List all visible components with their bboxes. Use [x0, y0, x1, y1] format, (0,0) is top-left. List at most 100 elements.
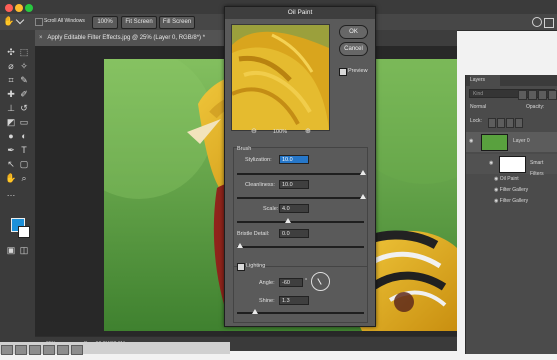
oil-paint-preview [232, 25, 329, 130]
move-tool-icon[interactable]: ✣ [5, 46, 17, 58]
scale-input[interactable]: 4.0 [279, 204, 309, 213]
blur-tool-icon[interactable]: ● [5, 130, 17, 142]
pixel-filter-icon[interactable] [518, 90, 527, 100]
window-close-button[interactable] [5, 4, 13, 12]
hand-tool-icon[interactable]: ✋ [5, 172, 17, 184]
bristle-detail-slider[interactable] [237, 246, 364, 248]
angle-input[interactable]: -60 [279, 278, 303, 287]
marquee-tool-icon[interactable]: ⬚ [18, 46, 30, 58]
history-brush-tool-icon[interactable]: ↺ [18, 102, 30, 114]
lock-all-icon[interactable] [515, 118, 523, 128]
filter-list-item[interactable]: ◉ Filter Gallery [494, 185, 556, 196]
bristle-detail-slider-thumb[interactable] [237, 243, 243, 248]
type-filter-icon[interactable] [538, 90, 547, 100]
shine-input[interactable]: 1.3 [279, 296, 309, 305]
kind-filter-label: Kind [473, 91, 484, 97]
pen-tool-icon[interactable]: ✒ [5, 144, 17, 156]
filter-eye-icon[interactable]: ◉ [494, 176, 498, 182]
filter-name: Filter Gallery [499, 187, 529, 193]
zoom-tool-icon[interactable]: ⌕ [18, 172, 30, 184]
smart-filter-eye-icon[interactable]: ◉ [489, 158, 497, 169]
crop-tool-icon[interactable]: ⌗ [5, 74, 17, 86]
bristle-detail-input[interactable]: 0.0 [279, 229, 309, 238]
stylization-label: Stylization: [245, 157, 272, 163]
fill-screen-button[interactable]: Fill Screen [159, 16, 195, 29]
filter-eye-icon[interactable]: ◉ [494, 187, 498, 193]
cancel-button[interactable]: Cancel [339, 42, 368, 56]
scale-slider-thumb[interactable] [285, 218, 291, 223]
angle-dial[interactable] [311, 272, 330, 291]
scroll-all-windows-checkbox[interactable] [35, 18, 43, 26]
window-maximize-button[interactable] [25, 4, 33, 12]
layers-tab[interactable]: Layers [470, 75, 500, 86]
cleanliness-slider[interactable] [237, 197, 364, 199]
clone-stamp-tool-icon[interactable]: ⊥ [5, 102, 17, 114]
ok-button[interactable]: OK [339, 25, 368, 39]
layer-name: Layer 0 [513, 138, 530, 144]
preview-checkbox[interactable] [339, 68, 347, 76]
stylization-slider-thumb[interactable] [360, 170, 366, 175]
rectangle-tool-icon[interactable]: ▢ [18, 158, 30, 170]
layer-thumbnail [481, 134, 508, 151]
screen-mode-icon[interactable]: ◫ [18, 244, 30, 256]
type-tool-icon[interactable]: T [18, 144, 30, 156]
cleanliness-slider-thumb[interactable] [360, 194, 366, 199]
lighting-section [233, 266, 368, 323]
visibility-eye-icon[interactable]: ◉ [469, 136, 477, 147]
angle-needle-icon [317, 278, 322, 285]
document-tab[interactable]: × Apply Editable Filter Effects.jpg @ 25… [35, 30, 225, 46]
lighting-heading: Lighting [246, 263, 266, 269]
magic-wand-tool-icon[interactable]: ✧ [18, 60, 30, 72]
healing-brush-tool-icon[interactable]: ✚ [5, 88, 17, 100]
lock-pixels-icon[interactable] [488, 118, 496, 128]
search-icon[interactable] [532, 17, 542, 27]
layers-panel: Layers Kind Normal Opacity: Lock: ◉ Laye… [465, 75, 557, 354]
hand-tool-icon: ✋ [3, 16, 15, 26]
opacity-label: Opacity: [526, 104, 545, 110]
preview-window [231, 24, 330, 131]
brush-heading: Brush [237, 146, 252, 152]
lock-label: Lock: [470, 118, 482, 124]
document-tab-title: Apply Editable Filter Effects.jpg @ 25% … [47, 35, 206, 41]
stylization-input[interactable]: 10.0 [279, 155, 309, 164]
dodge-tool-icon[interactable]: ◐ [18, 130, 30, 142]
oil-paint-dialog: Oil Paint OK Cancel Preview ⊖ 100% ⊕ Bru… [224, 6, 376, 327]
edit-toolbar-icon[interactable]: … [5, 187, 17, 199]
gradient-tool-icon[interactable]: ▭ [18, 116, 30, 128]
brush-tool-icon[interactable]: ✐ [18, 88, 30, 100]
filter-list-item[interactable]: ◉ Filter Gallery [494, 196, 556, 207]
angle-label: Angle: [259, 280, 275, 286]
window-minimize-button[interactable] [15, 4, 23, 12]
shape-filter-icon[interactable] [548, 90, 557, 100]
scale-slider[interactable] [237, 221, 364, 223]
lasso-tool-icon[interactable]: ⌀ [5, 60, 17, 72]
preview-label: Preview [348, 68, 368, 74]
fit-screen-button[interactable]: Fit Screen [121, 16, 157, 29]
lighting-checkbox[interactable] [237, 263, 245, 271]
lock-artboard-icon[interactable] [506, 118, 514, 128]
zoom-out-icon[interactable]: ⊖ [251, 128, 257, 136]
shine-label: Shine: [259, 298, 275, 304]
bristle-detail-label: Bristle Detail: [237, 231, 270, 237]
eraser-tool-icon[interactable]: ◩ [5, 116, 17, 128]
preview-zoom-level: 100% [273, 129, 288, 135]
background-color-swatch[interactable] [18, 226, 30, 238]
cleanliness-input[interactable]: 10.0 [279, 180, 309, 189]
adjustment-filter-icon[interactable] [528, 90, 537, 100]
filter-list-item[interactable]: ◉ Oil Paint [494, 174, 556, 185]
stylization-slider[interactable] [237, 173, 364, 175]
eyedropper-tool-icon[interactable]: ✎ [18, 74, 30, 86]
cleanliness-label: Cleanliness: [245, 182, 275, 188]
scroll-all-windows-label: Scroll All Windows [44, 18, 85, 24]
zoom-in-icon[interactable]: ⊕ [305, 128, 311, 136]
tool-preset-chevron-icon[interactable] [15, 15, 25, 25]
lock-position-icon[interactable] [497, 118, 505, 128]
filter-name: Filter Gallery [499, 198, 529, 204]
quick-mask-icon[interactable]: ▣ [5, 244, 17, 256]
filter-eye-icon[interactable]: ◉ [494, 198, 498, 204]
workspace-icon[interactable] [544, 18, 554, 28]
shine-slider-thumb[interactable] [252, 309, 258, 314]
zoom-100-button[interactable]: 100% [92, 16, 118, 29]
path-selection-tool-icon[interactable]: ↖ [5, 158, 17, 170]
close-tab-icon[interactable]: × [39, 30, 46, 46]
